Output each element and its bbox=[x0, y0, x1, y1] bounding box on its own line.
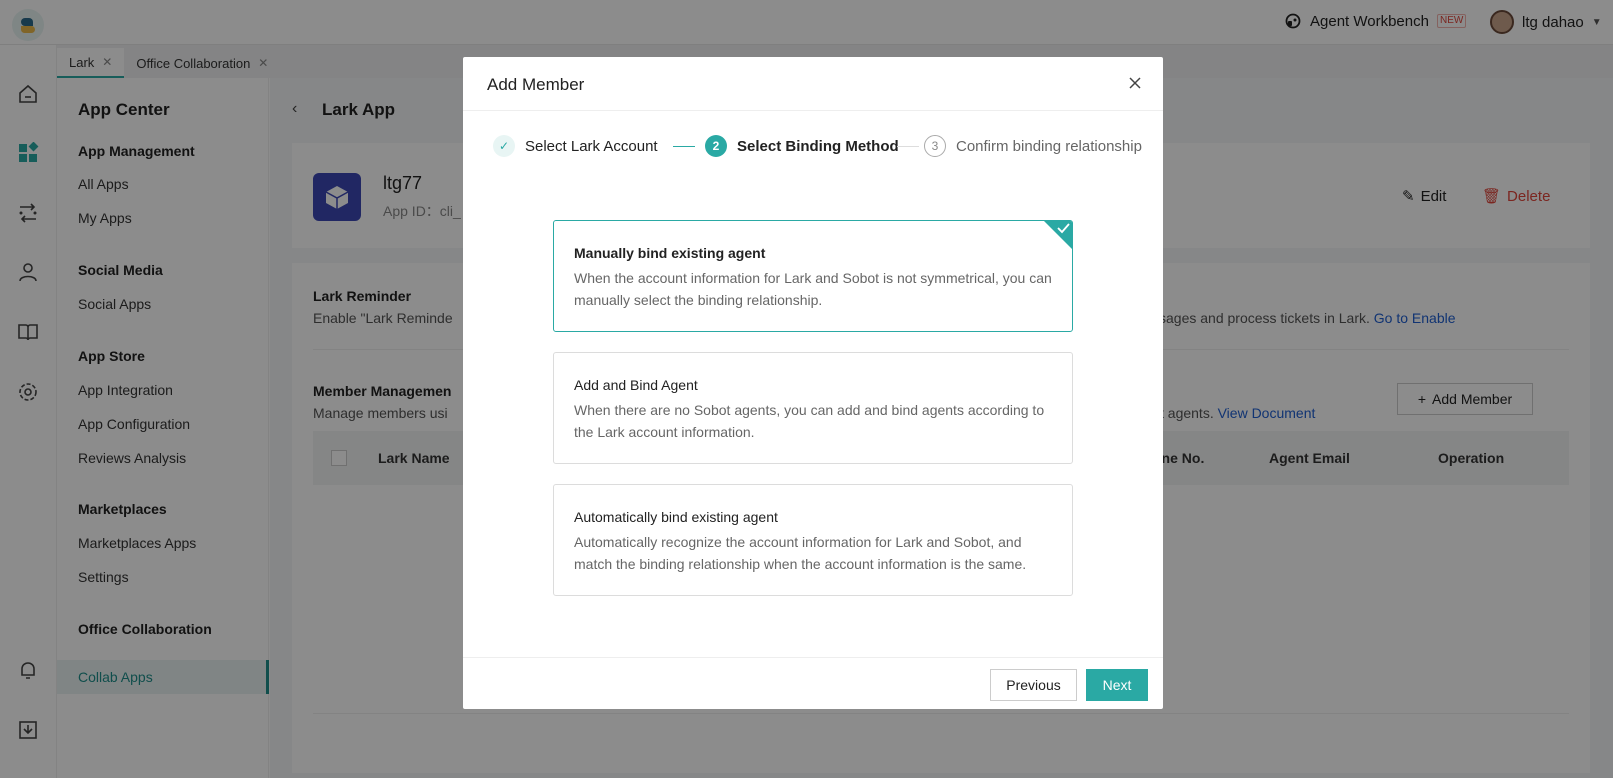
check-icon bbox=[1057, 223, 1070, 234]
stepper: ✓ Select Lark Account 2 Select Binding M… bbox=[493, 135, 1143, 159]
modal-footer: Previous Next bbox=[463, 657, 1163, 709]
next-button[interactable]: Next bbox=[1086, 669, 1148, 701]
step-select-lark-account: ✓ Select Lark Account bbox=[493, 135, 658, 157]
check-icon: ✓ bbox=[493, 135, 515, 157]
option-add-and-bind[interactable]: Add and Bind Agent When there are no Sob… bbox=[553, 352, 1073, 464]
modal-header: Add Member bbox=[463, 57, 1163, 111]
option-auto-bind[interactable]: Automatically bind existing agent Automa… bbox=[553, 484, 1073, 596]
option-desc: When there are no Sobot agents, you can … bbox=[574, 402, 1045, 440]
option-title: Manually bind existing agent bbox=[574, 245, 766, 261]
step-label: Select Lark Account bbox=[525, 137, 658, 155]
option-title: Automatically bind existing agent bbox=[574, 509, 778, 525]
step-select-binding-method: 2 Select Binding Method bbox=[705, 135, 899, 157]
step-number: 2 bbox=[705, 135, 727, 157]
previous-button[interactable]: Previous bbox=[990, 669, 1077, 701]
option-desc: When the account information for Lark an… bbox=[574, 270, 1052, 308]
option-manually-bind[interactable]: Manually bind existing agent When the ac… bbox=[553, 220, 1073, 332]
option-title: Add and Bind Agent bbox=[574, 377, 698, 393]
close-icon[interactable] bbox=[1125, 73, 1145, 93]
step-confirm-binding: 3 Confirm binding relationship bbox=[924, 135, 1142, 157]
add-member-modal: Add Member ✓ Select Lark Account 2 Selec… bbox=[463, 57, 1163, 709]
option-desc: Automatically recognize the account info… bbox=[574, 534, 1027, 572]
step-connector bbox=[897, 146, 919, 147]
modal-title: Add Member bbox=[487, 75, 585, 94]
step-number: 3 bbox=[924, 135, 946, 157]
step-label: Select Binding Method bbox=[737, 137, 899, 155]
step-connector bbox=[673, 146, 695, 147]
step-label: Confirm binding relationship bbox=[956, 137, 1142, 155]
